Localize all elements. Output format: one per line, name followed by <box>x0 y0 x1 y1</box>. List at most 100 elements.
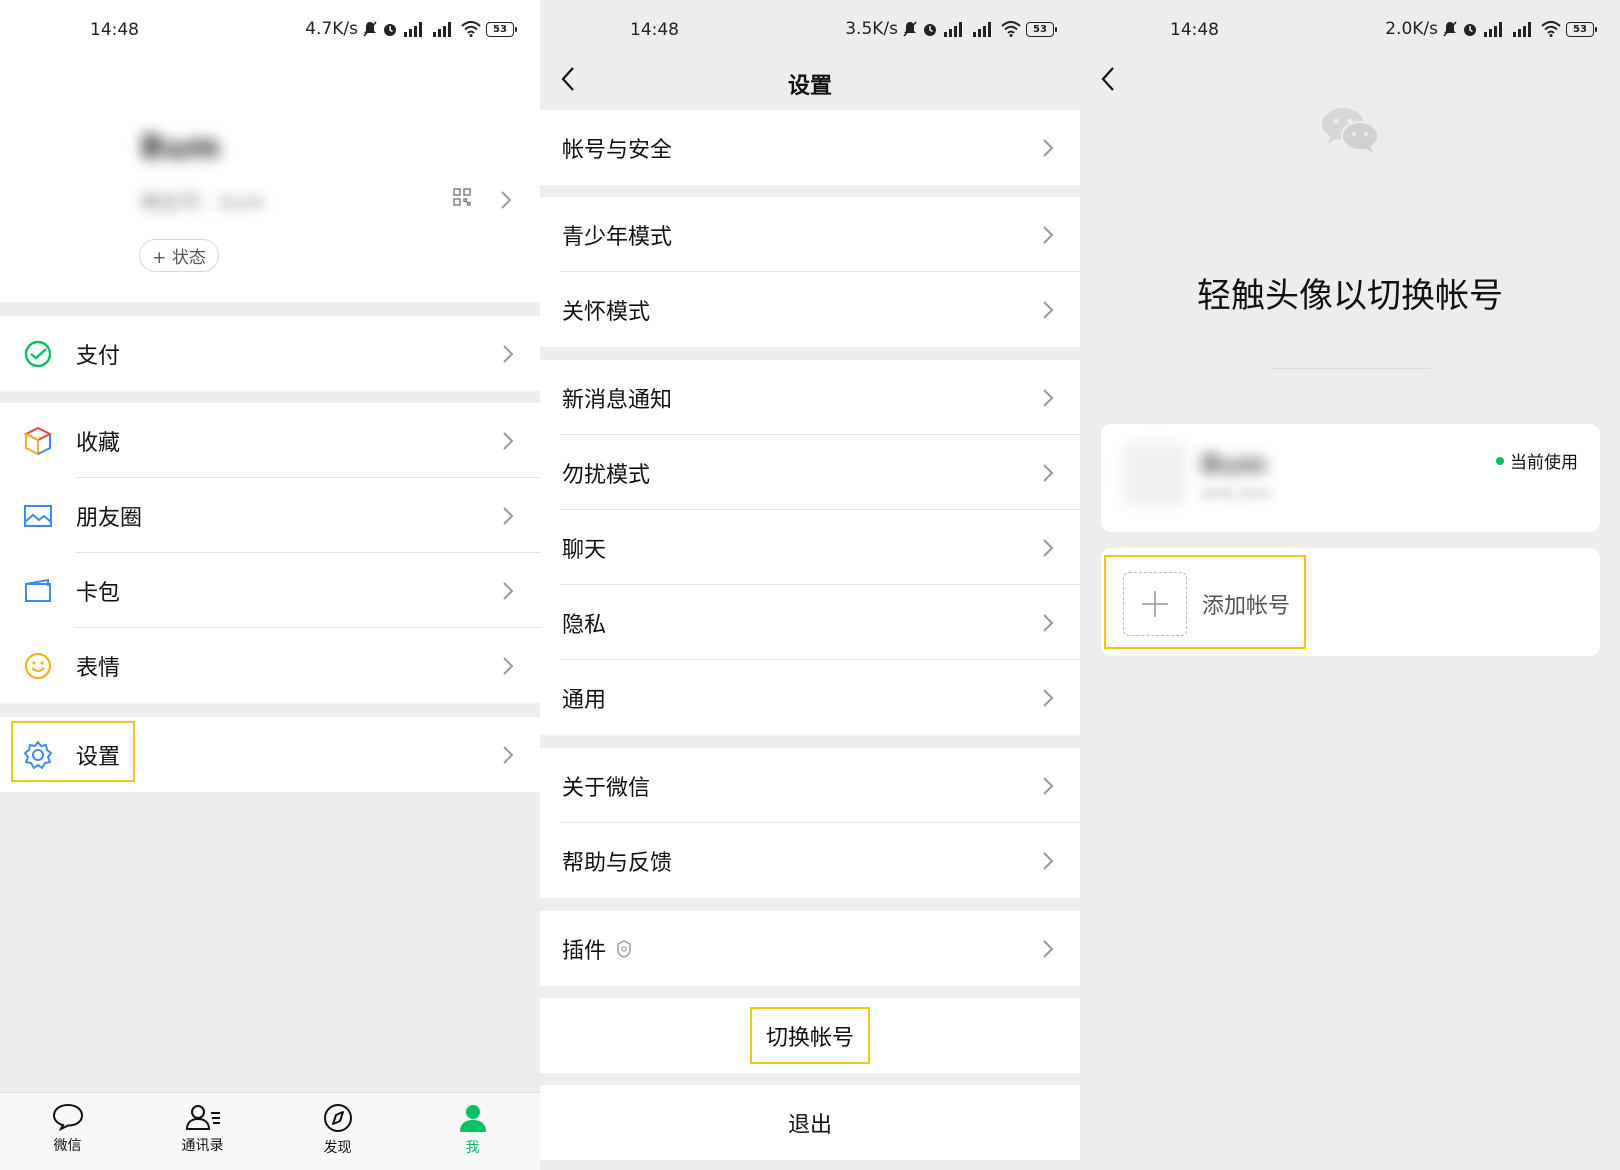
profile-name: Bum <box>140 128 221 166</box>
tab-me[interactable]: 我 <box>405 1093 540 1170</box>
tab-contacts[interactable]: 通讯录 <box>135 1093 270 1170</box>
tab-label: 发现 <box>323 1140 352 1156</box>
settings-item-teen-mode[interactable]: 青少年模式 <box>540 197 1080 272</box>
wifi-icon <box>1541 21 1561 37</box>
chevron-right-icon <box>1042 939 1054 963</box>
pay-icon <box>22 338 54 370</box>
alarm-icon <box>382 21 398 37</box>
settings-item-about[interactable]: 关于微信 <box>540 748 1080 823</box>
settings-item-notifications[interactable]: 新消息通知 <box>540 360 1080 435</box>
chevron-right-icon <box>1042 688 1054 712</box>
current-badge-label: 当前使用 <box>1510 453 1578 473</box>
signal-icon-2 <box>432 21 456 37</box>
wifi-icon <box>1001 21 1021 37</box>
moments-image-icon <box>22 500 54 532</box>
profile-wechat-id: 微信号：bum <box>140 190 265 214</box>
status-time: 14:48 <box>1170 20 1219 40</box>
compass-icon <box>323 1104 352 1132</box>
switch-account-highlight <box>750 1007 870 1064</box>
settings-item-care-mode[interactable]: 关怀模式 <box>540 272 1080 347</box>
settings-group-general: 新消息通知 勿扰模式 聊天 隐私 通用 <box>540 360 1080 735</box>
menu-item-stickers[interactable]: 表情 <box>0 628 540 703</box>
smiley-icon <box>22 650 54 682</box>
network-speed: 2.0K/s <box>1385 19 1438 39</box>
settings-group-modes: 青少年模式 关怀模式 <box>540 197 1080 347</box>
contacts-icon <box>185 1105 220 1130</box>
chevron-right-icon <box>502 745 514 769</box>
menu-label-stickers: 表情 <box>76 655 121 681</box>
signal-icon-2 <box>972 21 996 37</box>
chevron-right-icon <box>1042 225 1054 249</box>
chevron-right-icon <box>1042 388 1054 412</box>
favorites-cube-icon <box>22 425 54 457</box>
account-id: wxid_bum <box>1201 486 1272 502</box>
add-account-highlight <box>1104 555 1306 649</box>
page-title: 轻触头像以切换帐号 <box>1197 276 1503 316</box>
menu-item-pay[interactable]: 支付 <box>0 316 540 391</box>
qr-code-icon[interactable] <box>453 188 471 210</box>
nav-bar: 设置 <box>540 62 1080 110</box>
add-status-button[interactable]: + 状态 <box>139 239 219 272</box>
chevron-right-icon <box>502 506 514 530</box>
settings-item-general[interactable]: 通用 <box>540 660 1080 735</box>
settings-group-plugins: 插件 <box>540 911 1080 986</box>
settings-label: 新消息通知 <box>562 388 673 413</box>
settings-item-chat[interactable]: 聊天 <box>540 510 1080 585</box>
chevron-right-icon <box>1042 300 1054 324</box>
tab-discover[interactable]: 发现 <box>270 1093 405 1170</box>
signal-icon-2 <box>1512 21 1536 37</box>
mute-icon <box>903 21 917 37</box>
settings-item-help[interactable]: 帮助与反馈 <box>540 823 1080 898</box>
menu-item-moments[interactable]: 朋友圈 <box>0 478 540 553</box>
alarm-icon <box>1462 21 1478 37</box>
settings-group-about: 关于微信 帮助与反馈 <box>540 748 1080 898</box>
current-account-card[interactable]: Bum wxid_bum 当前使用 <box>1101 424 1600 532</box>
settings-item-dnd[interactable]: 勿扰模式 <box>540 435 1080 510</box>
tab-label: 通讯录 <box>181 1138 224 1154</box>
bottom-tab-bar: 微信 通讯录 发现 我 <box>0 1092 540 1170</box>
page-title: 设置 <box>787 74 832 99</box>
chevron-right-icon[interactable] <box>500 190 512 214</box>
person-icon <box>459 1105 486 1132</box>
status-time: 14:48 <box>90 20 139 40</box>
menu-item-cards[interactable]: 卡包 <box>0 553 540 628</box>
settings-item-privacy[interactable]: 隐私 <box>540 585 1080 660</box>
chevron-right-icon <box>502 581 514 605</box>
settings-item-account-security[interactable]: 帐号与安全 <box>540 110 1080 185</box>
settings-item-plugins[interactable]: 插件 <box>540 911 1080 986</box>
settings-label: 插件 <box>562 939 607 964</box>
settings-label: 青少年模式 <box>562 225 673 250</box>
settings-screen: 14:48 3.5K/s 53 设置 帐号与安全 青少年模式 关怀模式 新消息通… <box>540 0 1080 1170</box>
chevron-right-icon <box>1042 851 1054 875</box>
me-screen: 14:48 4.7K/s 53 Bum 微信号：bum + 状态 支付 收藏 朋… <box>0 0 540 1170</box>
profile-header[interactable]: 14:48 4.7K/s 53 Bum 微信号：bum + 状态 <box>0 0 540 302</box>
tab-label: 微信 <box>53 1138 82 1154</box>
avatar[interactable] <box>1123 442 1187 506</box>
menu-label-cards: 卡包 <box>76 580 121 606</box>
pay-group: 支付 <box>0 316 540 391</box>
menu-label-moments: 朋友圈 <box>76 505 143 531</box>
settings-group-account: 帐号与安全 <box>540 110 1080 185</box>
chevron-right-icon <box>1042 776 1054 800</box>
settings-label: 勿扰模式 <box>562 463 651 488</box>
menu-item-favorites[interactable]: 收藏 <box>0 403 540 478</box>
settings-label: 关于微信 <box>562 776 651 801</box>
status-bar: 14:48 3.5K/s 53 <box>540 0 1080 62</box>
settings-label: 帐号与安全 <box>562 138 673 163</box>
settings-label: 通用 <box>562 688 607 713</box>
status-bar: 14:48 4.7K/s 53 <box>0 0 540 62</box>
settings-highlight <box>11 721 135 782</box>
chevron-right-icon <box>1042 613 1054 637</box>
logout-button[interactable]: 退出 <box>540 1085 1080 1160</box>
network-speed: 3.5K/s <box>845 19 898 39</box>
switch-account-screen: 14:48 2.0K/s 53 轻触头像以切换帐号 Bum wxid_bum 当… <box>1080 0 1620 1170</box>
content-group: 收藏 朋友圈 卡包 表情 <box>0 403 540 703</box>
chevron-right-icon <box>502 344 514 368</box>
tab-chats[interactable]: 微信 <box>0 1093 135 1170</box>
network-speed: 4.7K/s <box>305 19 358 39</box>
status-time: 14:48 <box>630 20 679 40</box>
back-arrow-icon[interactable] <box>1100 66 1116 96</box>
mute-icon <box>363 21 377 37</box>
alarm-icon <box>922 21 938 37</box>
mute-icon <box>1443 21 1457 37</box>
